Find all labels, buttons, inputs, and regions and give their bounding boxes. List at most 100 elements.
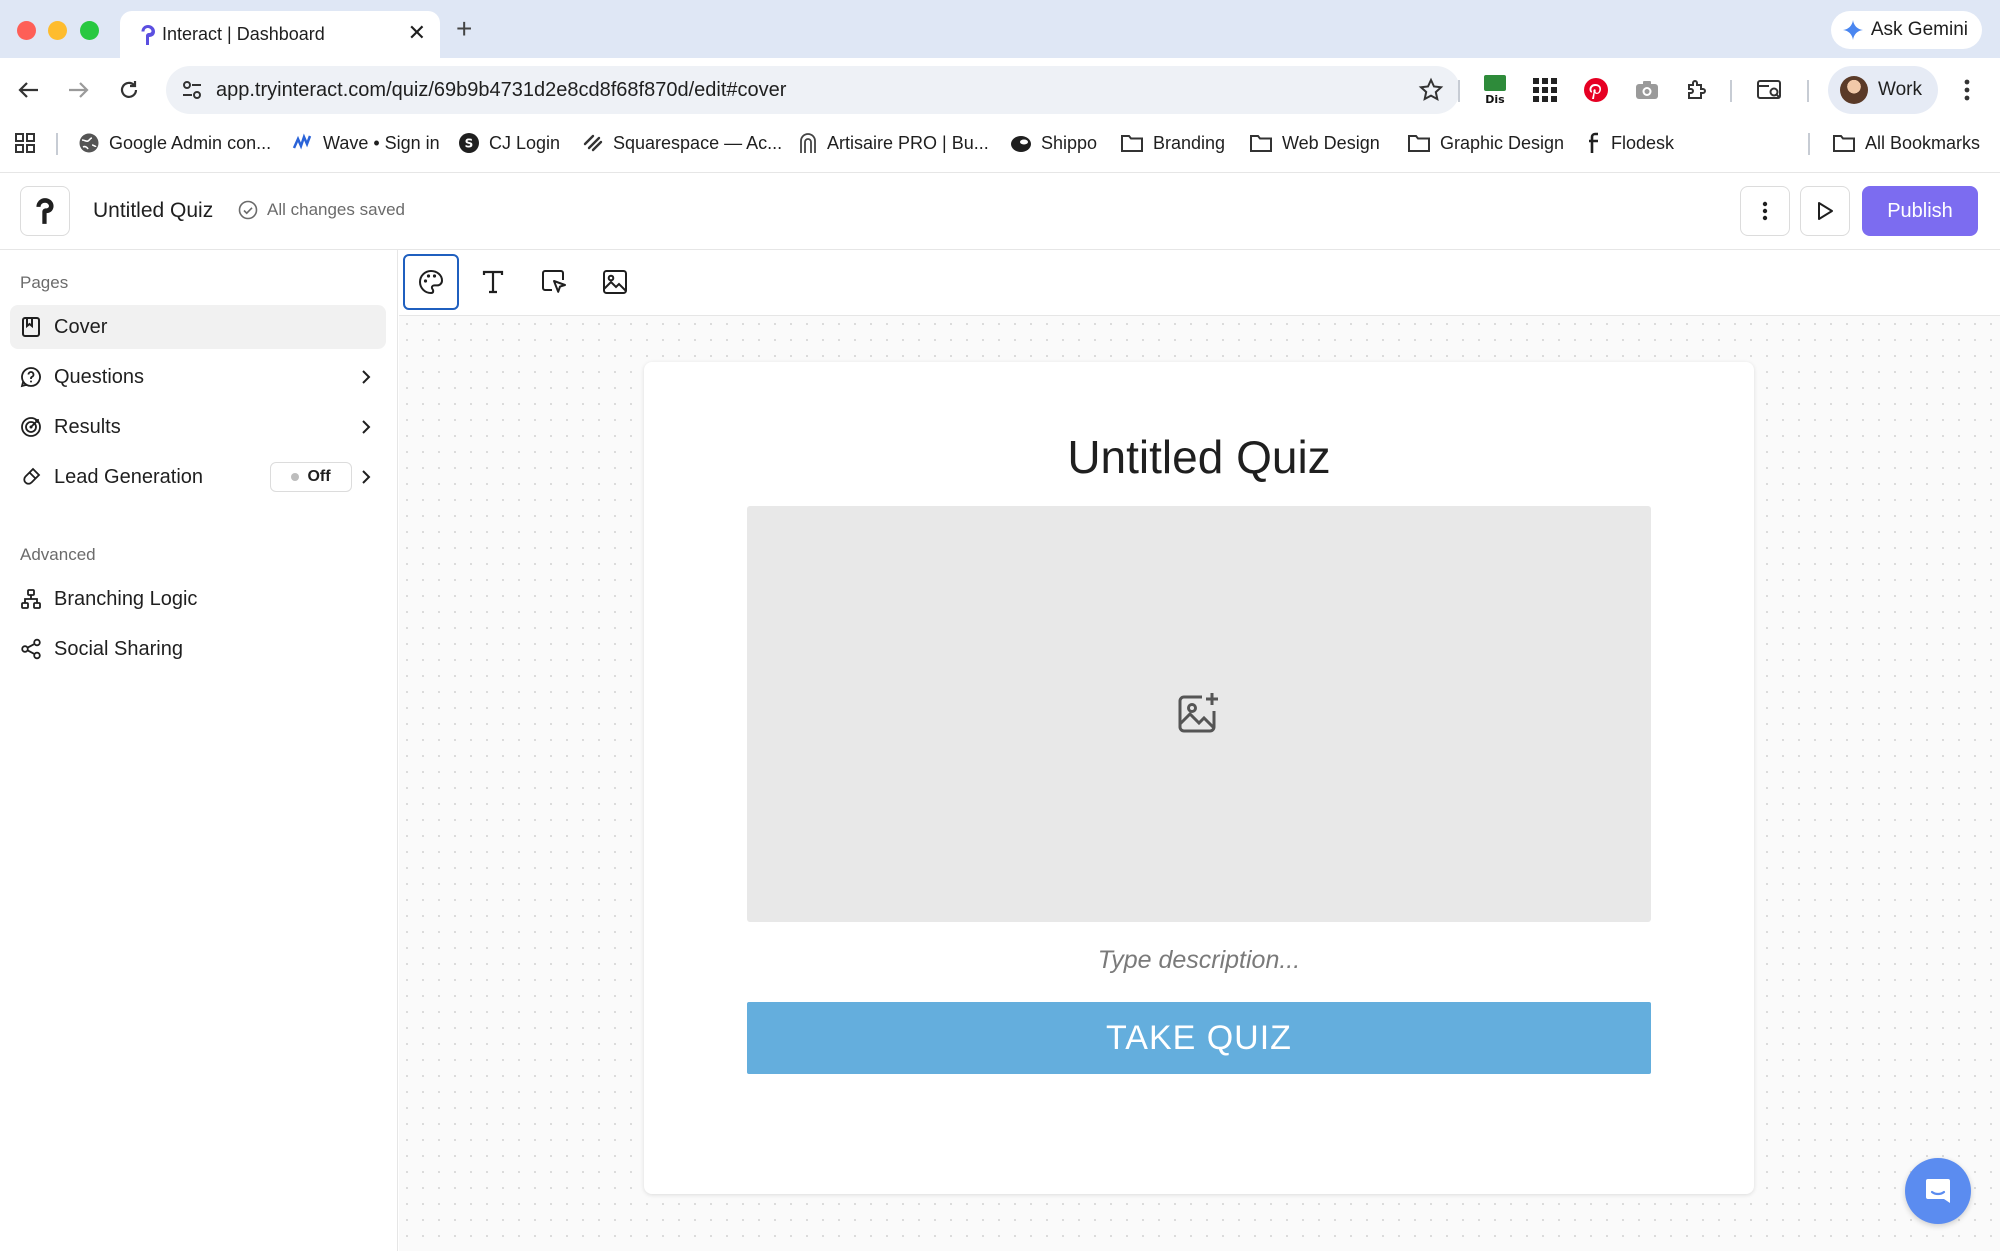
preview-button[interactable] xyxy=(1800,186,1850,236)
target-icon xyxy=(21,417,41,437)
play-icon xyxy=(1818,202,1833,220)
forward-button[interactable] xyxy=(61,73,95,107)
reload-button[interactable] xyxy=(112,73,146,107)
folder-icon xyxy=(1250,135,1272,152)
sidebar-item-questions[interactable]: Questions xyxy=(10,355,386,399)
flodesk-logo-icon xyxy=(1589,132,1598,153)
sidebar-item-label: Social Sharing xyxy=(54,637,183,660)
browser-tab-active[interactable]: Interact | Dashboard ✕ xyxy=(120,11,440,58)
wave-logo-icon xyxy=(292,133,312,150)
address-bar[interactable]: app.tryinteract.com/quiz/69b9b4731d2e8cd… xyxy=(166,66,1460,114)
status-badge-text: Off xyxy=(307,468,331,485)
bookmark-squarespace[interactable]: Squarespace — Ac... xyxy=(582,130,782,156)
extensions-puzzle-button[interactable] xyxy=(1680,73,1714,107)
camera-icon xyxy=(1636,81,1658,99)
tab-close-icon[interactable]: ✕ xyxy=(408,20,426,46)
apps-shortcut[interactable] xyxy=(14,130,36,156)
text-icon xyxy=(482,270,504,294)
bookmark-wave[interactable]: Wave • Sign in xyxy=(292,130,440,156)
sidebar-item-lead-generation[interactable]: Lead Generation Off xyxy=(10,455,386,499)
site-settings-icon[interactable] xyxy=(180,78,204,102)
artisaire-logo-icon xyxy=(800,133,816,153)
more-options-button[interactable] xyxy=(1740,186,1790,236)
reload-icon xyxy=(120,81,138,98)
sidebar-item-cover[interactable]: Cover xyxy=(10,305,386,349)
pinterest-icon xyxy=(1584,78,1608,102)
share-icon xyxy=(21,638,41,660)
sidebar-item-branching-logic[interactable]: Branching Logic xyxy=(10,577,386,621)
extension-dis-icon: Dis xyxy=(1484,75,1506,106)
bookmark-shippo[interactable]: Shippo xyxy=(1010,130,1097,156)
folder-icon xyxy=(1121,135,1143,152)
tab-search-button[interactable] xyxy=(1753,73,1787,107)
window-close-button[interactable] xyxy=(17,21,36,40)
bookmark-folder-branding[interactable]: Branding xyxy=(1120,130,1225,156)
advanced-section-label: Advanced xyxy=(20,545,96,564)
extension-dis-button[interactable]: Dis xyxy=(1478,73,1512,107)
bookmark-folder-web-design[interactable]: Web Design xyxy=(1249,130,1380,156)
support-chat-button[interactable] xyxy=(1905,1158,1971,1224)
toolbar-divider xyxy=(1807,80,1809,102)
check-circle-icon xyxy=(238,200,258,220)
take-quiz-button[interactable]: TAKE QUIZ xyxy=(747,1002,1651,1074)
editor-toolbar xyxy=(399,250,2000,316)
browser-tab-bar: Interact | Dashboard ✕ + Ask Gemini xyxy=(0,0,2000,58)
url-text[interactable]: app.tryinteract.com/quiz/69b9b4731d2e8cd… xyxy=(216,79,786,102)
branching-icon xyxy=(21,589,41,609)
chevron-right-icon xyxy=(362,370,371,384)
sidebar-item-label: Questions xyxy=(54,365,145,388)
arrow-right-icon xyxy=(69,82,89,98)
avatar xyxy=(1840,76,1868,104)
theme-tool-button[interactable] xyxy=(403,254,459,310)
app-logo[interactable] xyxy=(20,186,70,236)
extension-grid-button[interactable] xyxy=(1528,73,1562,107)
svg-text:S: S xyxy=(465,137,474,151)
bookmark-cj-login[interactable]: S CJ Login xyxy=(458,130,560,156)
apps-grid-icon xyxy=(1533,78,1557,102)
interact-favicon-icon xyxy=(141,25,155,45)
cover-title[interactable]: Untitled Quiz xyxy=(644,430,1754,484)
window-minimize-button[interactable] xyxy=(48,21,67,40)
cover-image-placeholder[interactable] xyxy=(747,506,1651,922)
bookmark-star-icon[interactable] xyxy=(1418,77,1444,103)
button-tool-button[interactable] xyxy=(526,254,582,310)
image-icon xyxy=(603,270,627,294)
bookmarks-bar: Google Admin con... Wave • Sign in S CJ … xyxy=(0,122,2000,162)
lead-generation-status-badge[interactable]: Off xyxy=(270,462,352,492)
gemini-sparkle-icon xyxy=(1842,20,1863,40)
app-header: Untitled Quiz All changes saved Publish xyxy=(0,172,2000,250)
chevron-right-icon xyxy=(362,470,371,484)
magnet-icon xyxy=(23,467,41,485)
sidebar-item-label: Branching Logic xyxy=(54,587,198,610)
ask-gemini-label: Ask Gemini xyxy=(1870,19,1968,40)
browser-menu-button[interactable] xyxy=(1950,73,1984,107)
cover-page-icon xyxy=(22,317,40,337)
pointer-icon xyxy=(542,270,566,293)
sidebar-item-social-sharing[interactable]: Social Sharing xyxy=(10,627,386,671)
pages-section-label: Pages xyxy=(20,273,69,292)
image-tool-button[interactable] xyxy=(587,254,643,310)
profile-button[interactable]: Work xyxy=(1828,66,1938,114)
extension-pinterest-button[interactable] xyxy=(1579,73,1613,107)
puzzle-icon xyxy=(1688,80,1706,99)
extension-camera-button[interactable] xyxy=(1630,73,1664,107)
apps-icon xyxy=(15,133,35,153)
bookmark-google-admin[interactable]: Google Admin con... xyxy=(78,130,271,156)
svg-text:Dis: Dis xyxy=(1485,93,1505,106)
bookmark-flodesk[interactable]: Flodesk xyxy=(1588,130,1674,156)
all-bookmarks-folder[interactable]: All Bookmarks xyxy=(1832,130,1980,156)
save-status-text: All changes saved xyxy=(267,200,405,219)
sidebar-item-results[interactable]: Results xyxy=(10,405,386,449)
text-tool-button[interactable] xyxy=(465,254,521,310)
back-button[interactable] xyxy=(12,73,46,107)
bookmark-folder-graphic-design[interactable]: Graphic Design xyxy=(1407,130,1564,156)
bookmarks-divider xyxy=(1808,133,1810,155)
publish-button[interactable]: Publish xyxy=(1862,186,1978,236)
new-tab-button[interactable]: + xyxy=(456,13,472,45)
cover-description-input[interactable]: Type description... xyxy=(644,946,1754,975)
ask-gemini-button[interactable]: Ask Gemini xyxy=(1830,11,1982,49)
window-zoom-button[interactable] xyxy=(80,21,99,40)
bookmark-artisaire[interactable]: Artisaire PRO | Bu... xyxy=(798,130,989,156)
quiz-title[interactable]: Untitled Quiz xyxy=(93,199,213,223)
kebab-menu-icon xyxy=(1762,201,1768,221)
